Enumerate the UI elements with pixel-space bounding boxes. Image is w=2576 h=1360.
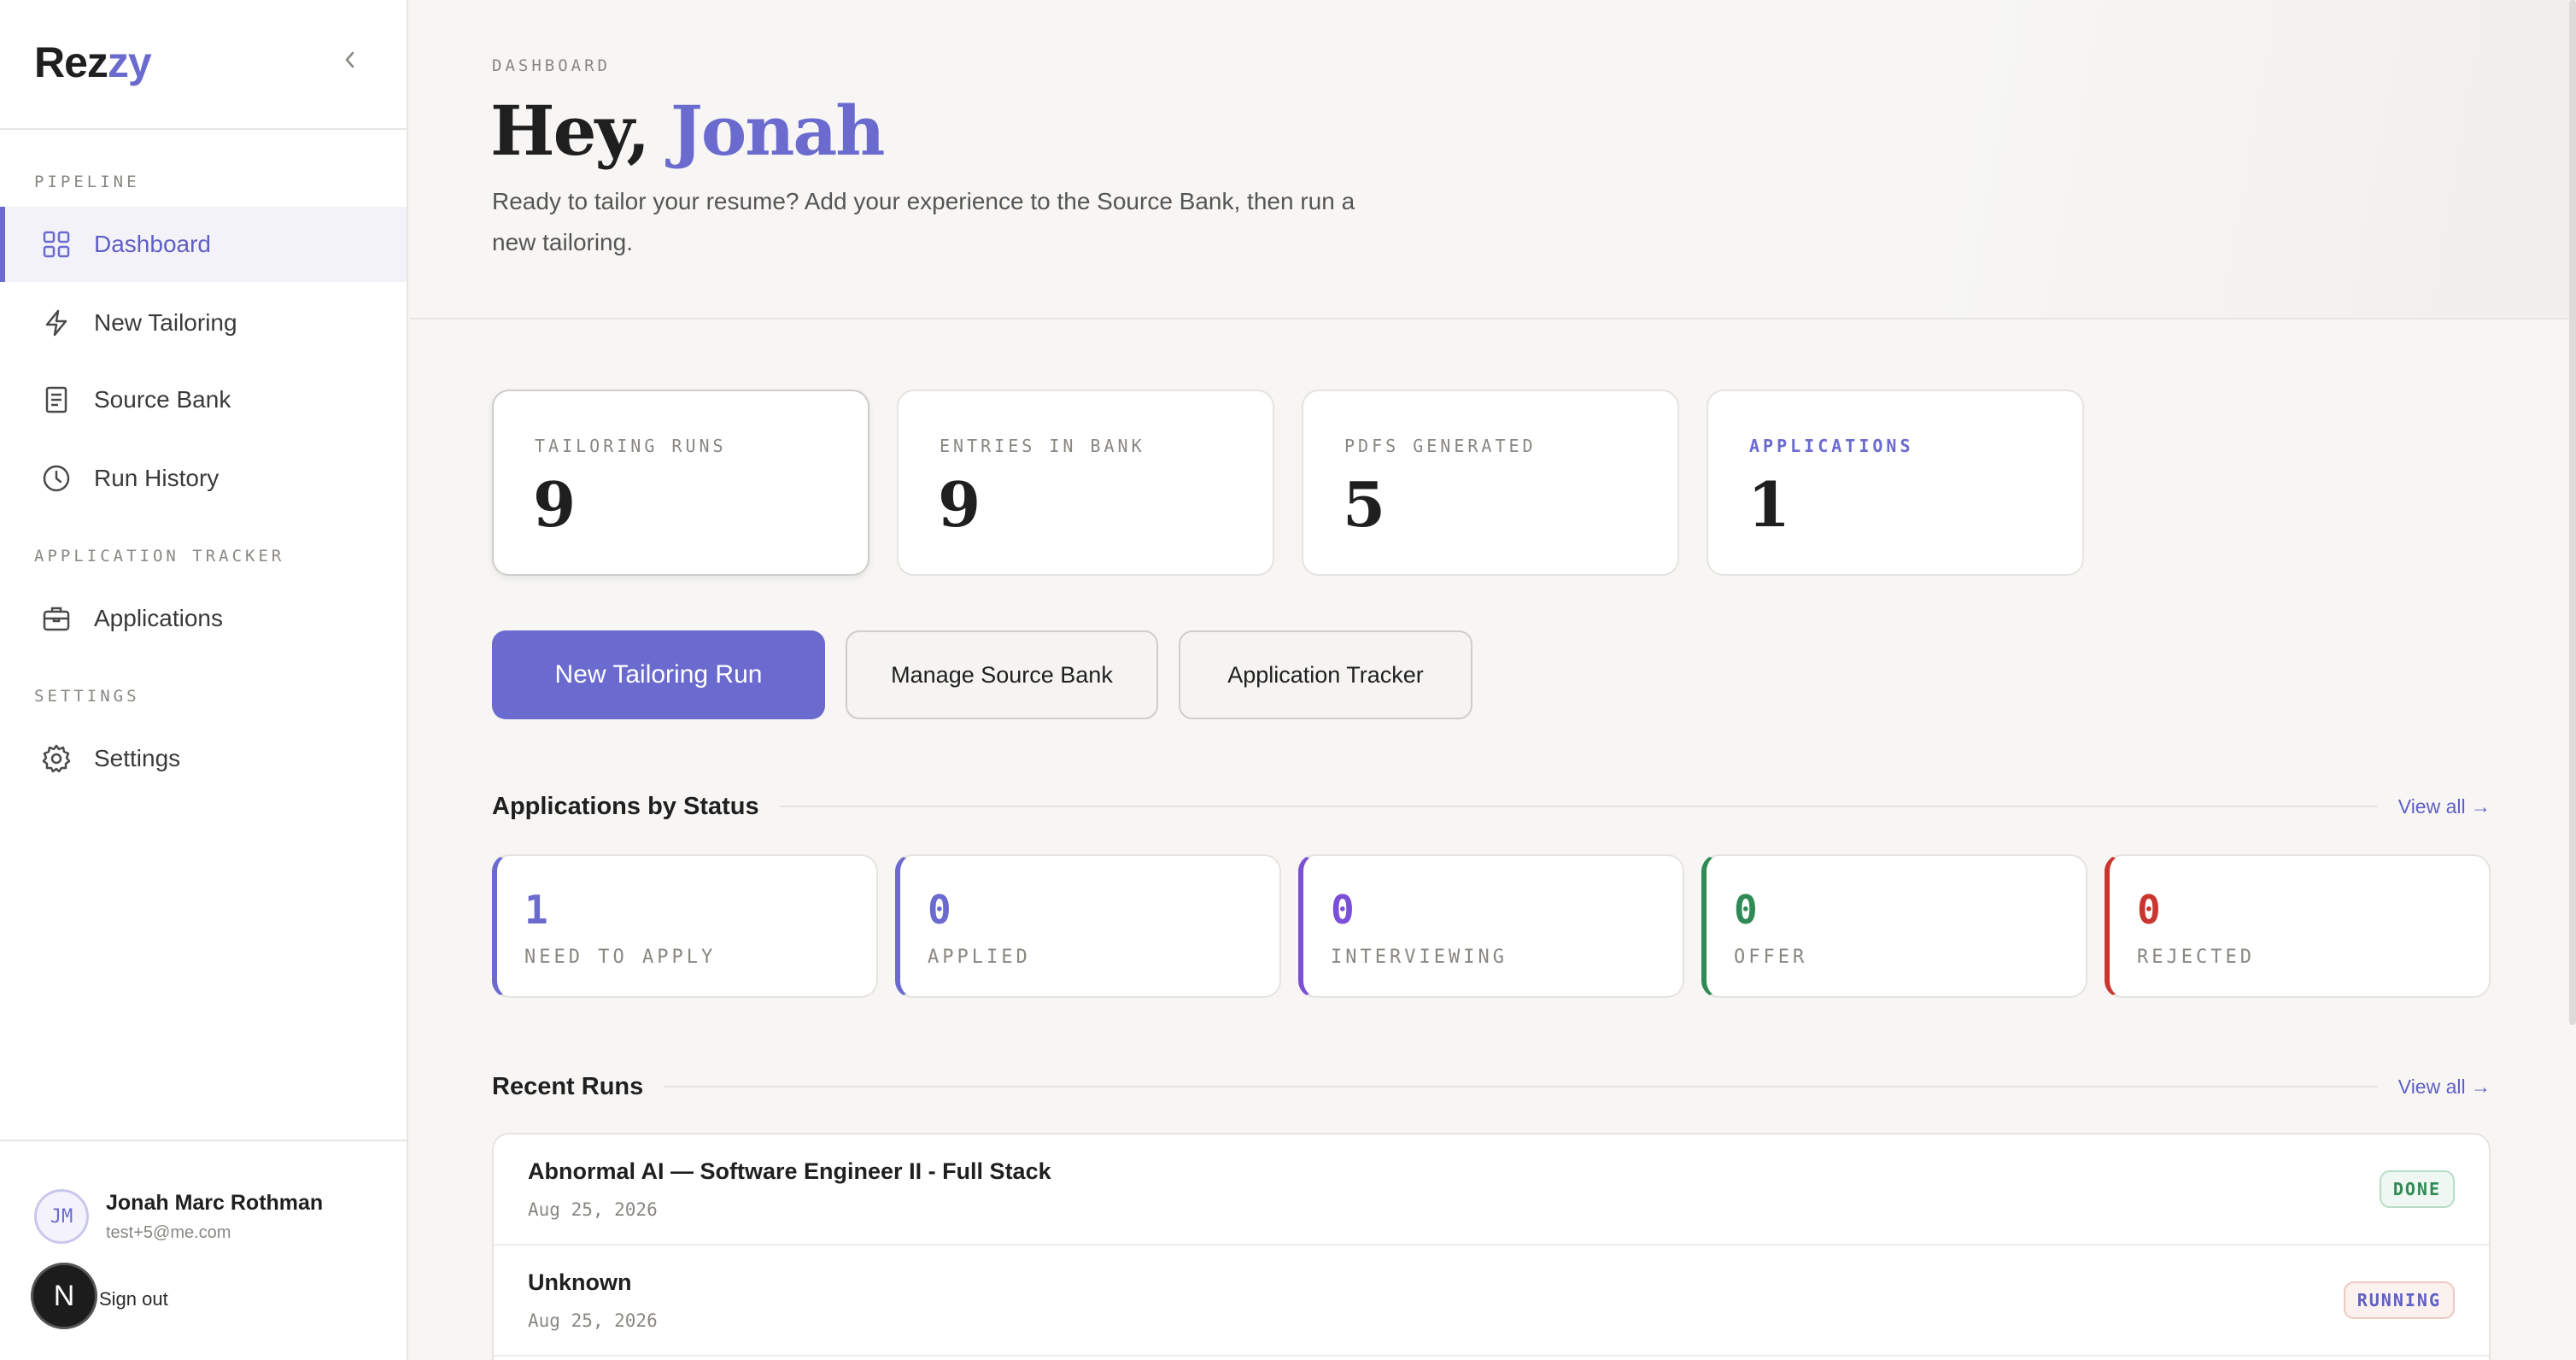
section-label-pipeline: PIPELINE: [34, 173, 140, 191]
page-title: Hey, Jonah: [490, 91, 885, 171]
sign-out-button[interactable]: Sign out: [99, 1288, 168, 1310]
stat-value: 9: [533, 468, 577, 541]
grid-icon: [41, 229, 72, 260]
page-subtitle: Ready to tailor your resume? Add your ex…: [492, 188, 1355, 255]
run-title: Unknown: [528, 1269, 632, 1295]
recent-runs-header: Recent Runs View all →: [492, 1070, 2491, 1104]
list-item[interactable]: Abnormal AI — Software Engineer II - Ful…: [494, 1134, 2489, 1246]
stat-value: 5: [1343, 468, 1386, 541]
status-label: OFFER: [1734, 947, 1808, 968]
sidebar-item-label: Settings: [94, 745, 181, 771]
sidebar-item-label: Run History: [94, 465, 220, 491]
status-count: 0: [928, 887, 951, 933]
section-label-settings: SETTINGS: [34, 687, 140, 706]
stat-value: 9: [938, 468, 981, 541]
gear-icon: [41, 743, 72, 774]
avatar[interactable]: JM: [34, 1189, 89, 1244]
sidebar-item-dashboard[interactable]: Dashboard: [0, 207, 407, 282]
user-panel: JM Jonah Marc Rothman test+5@me.com N Si…: [0, 1140, 407, 1360]
stat-label: PDFS GENERATED: [1344, 436, 1537, 456]
document-icon: [41, 384, 72, 415]
page-header: DASHBOARD Hey, Jonah Ready to tailor you…: [410, 0, 2576, 319]
collapse-sidebar-button[interactable]: [335, 43, 366, 77]
sidebar-item-run-history[interactable]: Run History: [0, 441, 407, 516]
run-date: Aug 25, 2026: [528, 1310, 658, 1331]
logo-prefix: Rez: [34, 38, 108, 86]
status-count: 1: [524, 887, 548, 933]
section-title: Recent Runs: [492, 1072, 644, 1100]
status-card-offer[interactable]: 0 OFFER: [1701, 854, 2087, 998]
status-card-need-to-apply[interactable]: 1 NEED TO APPLY: [492, 854, 878, 998]
stat-card-tailoring-runs[interactable]: TAILORING RUNS 9: [492, 390, 869, 576]
stat-card-entries-in-bank[interactable]: ENTRIES IN BANK 9: [897, 390, 1274, 576]
recent-runs-list: Abnormal AI — Software Engineer II - Ful…: [492, 1133, 2491, 1360]
status-card-interviewing[interactable]: 0 INTERVIEWING: [1298, 854, 1684, 998]
section-title: Applications by Status: [492, 792, 759, 820]
sidebar-item-applications[interactable]: Applications: [0, 581, 407, 656]
status-label: NEED TO APPLY: [524, 947, 717, 968]
stat-card-applications[interactable]: APPLICATIONS 1: [1707, 390, 2084, 576]
status-label: APPLIED: [928, 947, 1031, 968]
sidebar-item-new-tailoring[interactable]: New Tailoring: [0, 285, 407, 361]
stat-card-pdfs-generated[interactable]: PDFS GENERATED 5: [1302, 390, 1679, 576]
page-eyebrow: DASHBOARD: [492, 56, 611, 75]
status-badge: RUNNING: [2343, 1281, 2455, 1319]
sidebar-item-label: Source Bank: [94, 386, 231, 413]
sidebar-item-label: New Tailoring: [94, 309, 237, 336]
sidebar: Rezzy PIPELINE Dashboard New Tailoring S…: [0, 0, 408, 1360]
lightning-icon: [41, 308, 72, 338]
stat-label: APPLICATIONS: [1749, 436, 1914, 456]
stat-label: ENTRIES IN BANK: [940, 436, 1145, 456]
status-count: 0: [1734, 887, 1758, 933]
run-date: Aug 25, 2026: [528, 1199, 658, 1220]
greeting-prefix: Hey,: [490, 91, 671, 171]
section-label-application-tracker: APPLICATION TRACKER: [34, 547, 285, 566]
divider: [779, 806, 2378, 807]
main-content: DASHBOARD Hey, Jonah Ready to tailor you…: [410, 0, 2576, 1360]
run-title: Abnormal AI — Software Engineer II - Ful…: [528, 1158, 1051, 1184]
stat-value: 1: [1748, 468, 1791, 541]
new-tailoring-run-button[interactable]: New Tailoring Run: [492, 630, 825, 719]
view-all-runs-link[interactable]: View all →: [2398, 1076, 2491, 1099]
status-card-applied[interactable]: 0 APPLIED: [895, 854, 1281, 998]
list-item[interactable]: Unknown Aug 25, 2026 RUNNING: [494, 1246, 2489, 1357]
user-name: Jonah Marc Rothman: [106, 1191, 324, 1215]
stat-label: TAILORING RUNS: [535, 436, 727, 456]
status-card-rejected[interactable]: 0 REJECTED: [2105, 854, 2491, 998]
status-count: 0: [1331, 887, 1355, 933]
sidebar-item-source-bank[interactable]: Source Bank: [0, 362, 407, 437]
status-label: REJECTED: [2137, 947, 2255, 968]
scrollbar[interactable]: [2569, 0, 2576, 1025]
logo-accent: zy: [107, 38, 152, 86]
briefcase-icon: [41, 603, 72, 634]
user-email: test+5@me.com: [106, 1223, 231, 1242]
chevron-left-icon: [345, 51, 354, 68]
status-badge: DONE: [2379, 1170, 2455, 1208]
applications-by-status-header: Applications by Status View all →: [492, 789, 2491, 824]
manage-source-bank-button[interactable]: Manage Source Bank: [846, 630, 1158, 719]
sidebar-item-settings[interactable]: Settings: [0, 721, 407, 796]
sidebar-item-label: Dashboard: [94, 231, 211, 257]
framework-badge-icon[interactable]: N: [31, 1263, 97, 1329]
brand-row: Rezzy: [0, 0, 407, 130]
status-count: 0: [2137, 887, 2161, 933]
view-all-applications-link[interactable]: View all →: [2398, 795, 2491, 818]
sidebar-item-label: Applications: [94, 605, 223, 631]
app-logo[interactable]: Rezzy: [34, 38, 152, 87]
greeting-name: Jonah: [670, 91, 885, 171]
status-label: INTERVIEWING: [1331, 947, 1508, 968]
application-tracker-button[interactable]: Application Tracker: [1179, 630, 1472, 719]
divider: [664, 1086, 2378, 1087]
clock-icon: [41, 463, 72, 494]
